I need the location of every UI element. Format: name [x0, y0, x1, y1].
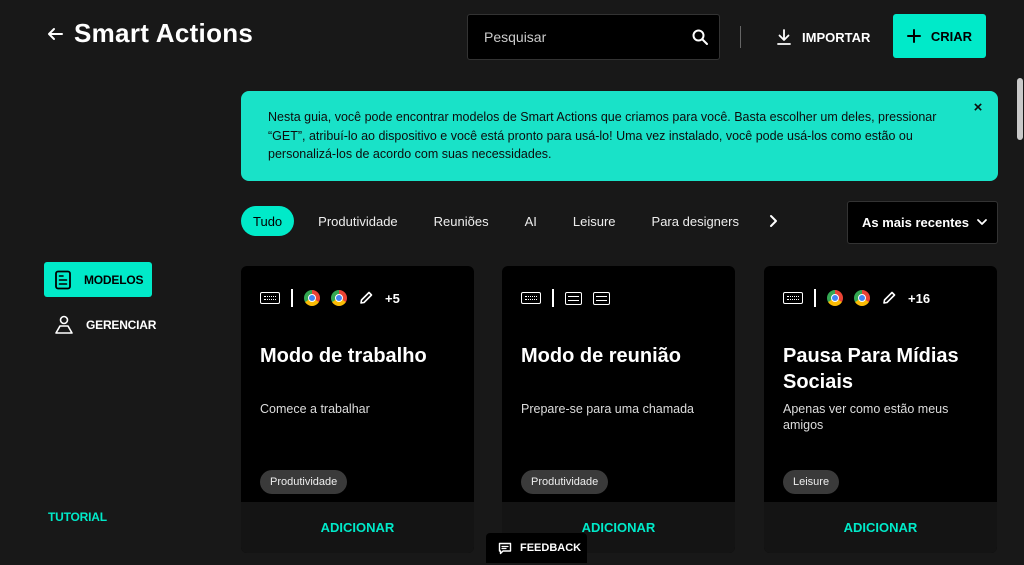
- close-icon[interactable]: ×: [969, 99, 987, 117]
- more-count: +5: [385, 290, 400, 306]
- keyboard-icon: [521, 292, 541, 304]
- template-card[interactable]: Modo de reunião Prepare-se para uma cham…: [502, 266, 735, 553]
- pencil-icon: [360, 291, 373, 304]
- info-banner: Nesta guia, você pode encontrar modelos …: [241, 91, 998, 181]
- filter-bar: Tudo Produtividade Reuniões AI Leisure P…: [241, 206, 779, 236]
- card-description: Prepare-se para uma chamada: [521, 402, 695, 416]
- feedback-button[interactable]: FEEDBACK: [486, 533, 587, 563]
- import-button[interactable]: IMPORTAR: [776, 26, 870, 48]
- keyboard-icon: [260, 292, 280, 304]
- back-arrow-icon[interactable]: [46, 24, 64, 44]
- user-settings-icon: [55, 315, 73, 334]
- chat-icon: [498, 542, 512, 554]
- import-label: IMPORTAR: [802, 29, 871, 45]
- template-card[interactable]: +5 Modo de trabalho Comece a trabalhar P…: [241, 266, 474, 553]
- category-tag: Produtividade: [521, 470, 609, 494]
- create-label: CRIAR: [930, 28, 973, 44]
- search-input[interactable]: [468, 15, 688, 59]
- separator: [814, 289, 816, 307]
- chrome-icon: [304, 290, 320, 306]
- chevron-down-icon: [977, 219, 987, 225]
- card-icons: [521, 289, 610, 307]
- filter-chip-reunioes[interactable]: Reuniões: [422, 206, 501, 236]
- plus-icon: [906, 29, 921, 43]
- sidebar-item-modelos[interactable]: MODELOS: [44, 262, 152, 297]
- card-icons: +16: [783, 289, 930, 307]
- chrome-icon: [331, 290, 347, 306]
- window-icon: [593, 291, 610, 305]
- pencil-icon: [883, 291, 896, 304]
- category-tag: Produtividade: [260, 470, 348, 494]
- sort-selected: As mais recentes: [862, 215, 969, 230]
- window-icon: [565, 291, 582, 305]
- card-title: Pausa Para Mídias Sociais: [783, 345, 959, 393]
- feedback-label: FEEDBACK: [520, 542, 582, 554]
- chrome-icon: [854, 290, 870, 306]
- tutorial-link[interactable]: TUTORIAL: [48, 510, 107, 524]
- card-description: Comece a trabalhar: [260, 402, 370, 416]
- sidebar-item-label: GERENCIAR: [86, 318, 157, 332]
- card-title: Modo de reunião: [521, 345, 681, 367]
- sort-dropdown[interactable]: As mais recentes: [847, 201, 998, 244]
- category-tag: Leisure: [783, 470, 840, 494]
- template-card[interactable]: +16 Pausa Para Mídias Sociais Apenas ver…: [764, 266, 997, 553]
- sidebar-item-gerenciar[interactable]: GERENCIAR: [54, 314, 156, 336]
- keyboard-icon: [783, 292, 803, 304]
- add-button[interactable]: ADICIONAR: [241, 502, 474, 553]
- filter-chip-produtividade[interactable]: Produtividade: [306, 206, 410, 236]
- separator: [552, 289, 554, 307]
- card-icons: +5: [260, 289, 400, 307]
- filter-chip-leisure[interactable]: Leisure: [561, 206, 628, 236]
- banner-text: Nesta guia, você pode encontrar modelos …: [268, 110, 937, 161]
- create-button[interactable]: CRIAR: [893, 14, 986, 58]
- chrome-icon: [827, 290, 843, 306]
- search-box[interactable]: [467, 14, 720, 60]
- card-description: Apenas ver como estão meus amigos: [783, 402, 949, 432]
- document-icon: [55, 270, 71, 289]
- download-icon: [777, 29, 791, 45]
- filter-chip-ai[interactable]: AI: [513, 206, 549, 236]
- sidebar-item-label: MODELOS: [84, 272, 144, 287]
- add-button[interactable]: ADICIONAR: [764, 502, 997, 553]
- filter-chip-designers[interactable]: Para designers: [640, 206, 751, 236]
- header: Smart Actions IMPORTAR CRIAR: [0, 0, 1024, 72]
- header-divider: [740, 26, 741, 48]
- page-title: Smart Actions: [74, 18, 254, 48]
- card-title: Modo de trabalho: [260, 345, 427, 367]
- chevron-right-icon[interactable]: [767, 214, 779, 228]
- scrollbar-thumb[interactable]: [1017, 78, 1023, 140]
- search-icon[interactable]: [691, 28, 709, 46]
- filter-chip-tudo[interactable]: Tudo: [241, 206, 295, 236]
- more-count: +16: [908, 290, 931, 306]
- separator: [291, 289, 293, 307]
